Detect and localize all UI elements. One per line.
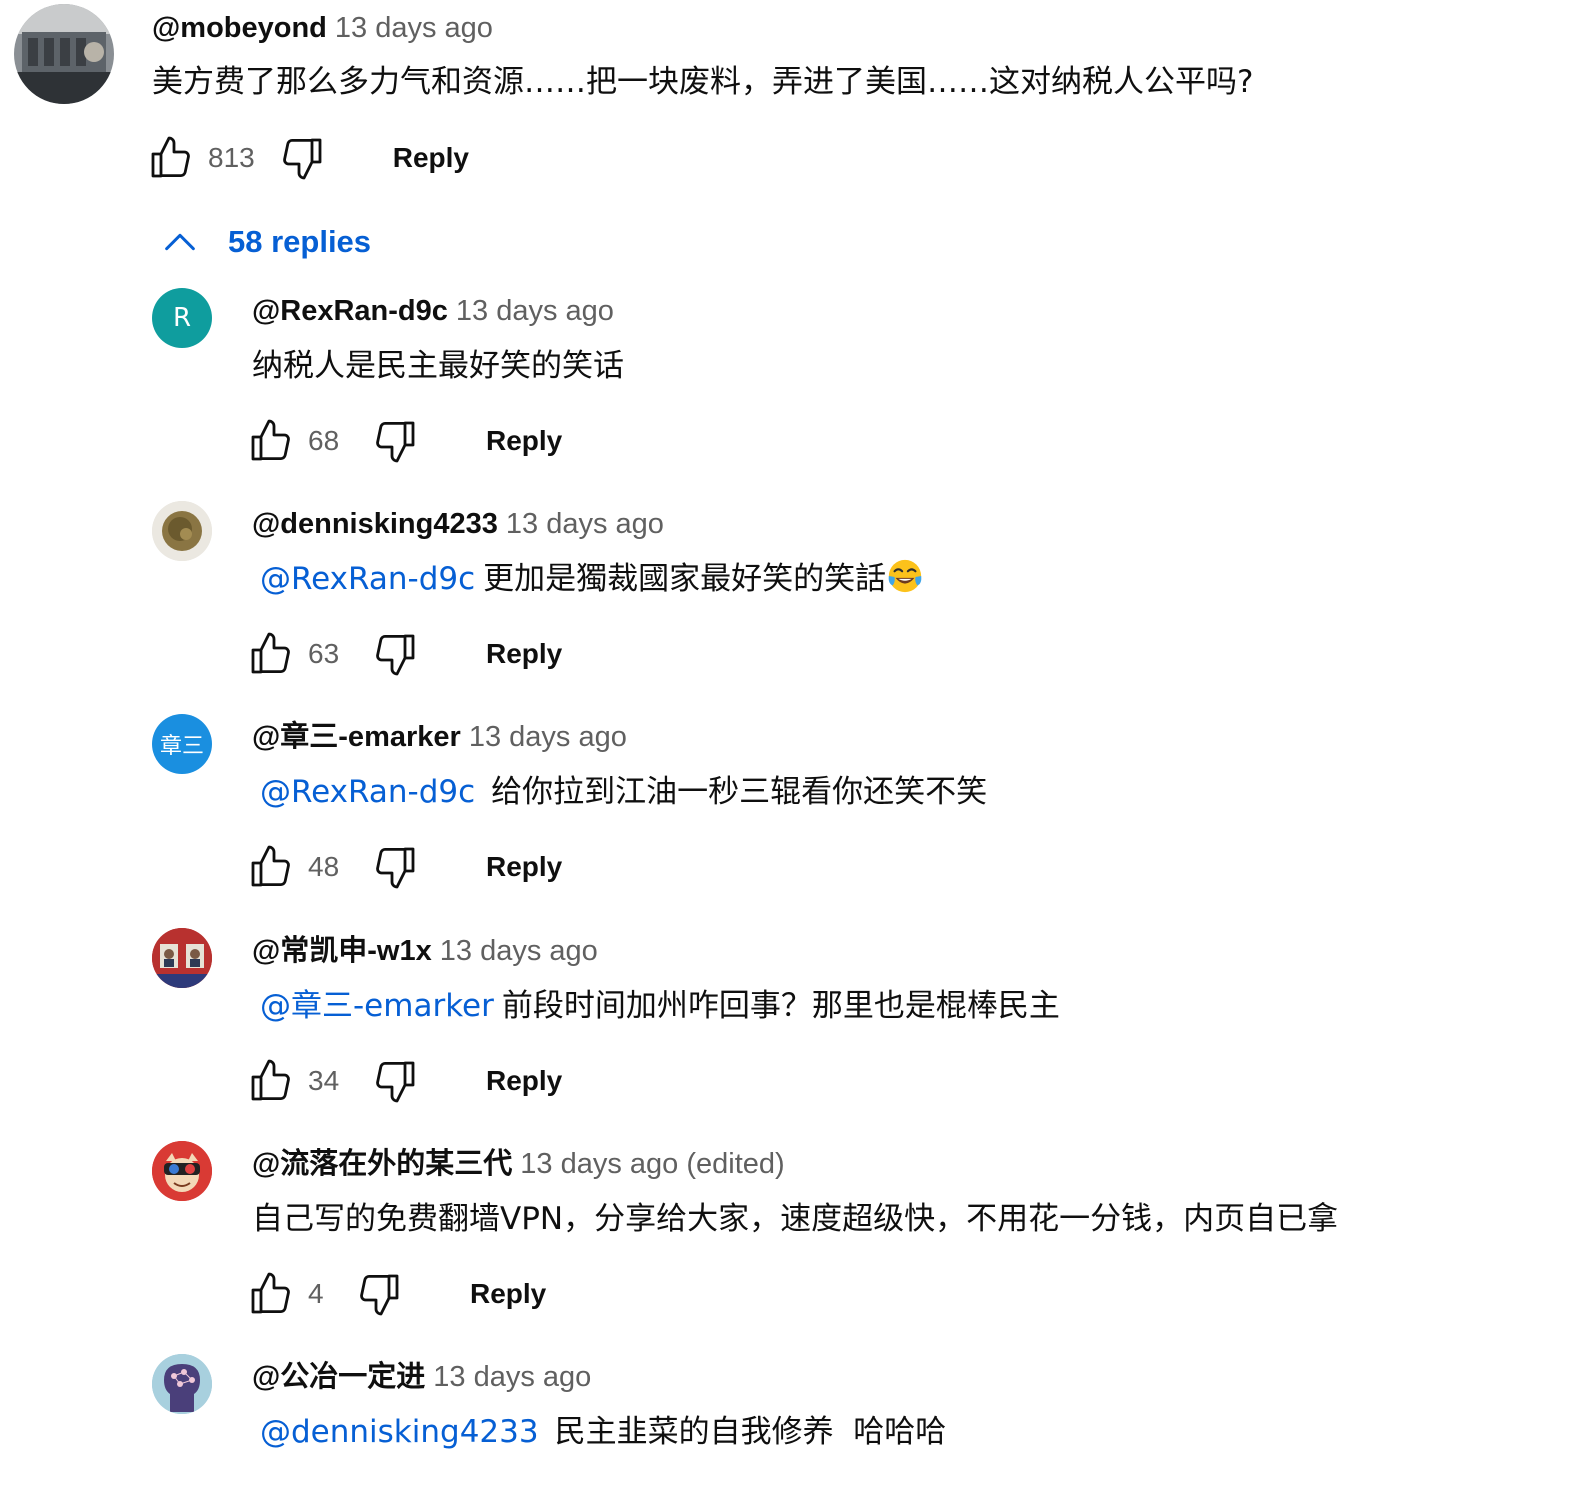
dislike-button[interactable] (277, 133, 327, 183)
mention-link[interactable]: @RexRan-d9c (260, 561, 475, 597)
avatar-letter: 章三 (159, 734, 204, 759)
avatar-image (152, 501, 212, 561)
author-name[interactable]: @mobeyond (152, 12, 327, 44)
comment-header: @RexRan-d9c 13 days ago (252, 291, 614, 331)
reply-button[interactable]: Reply (486, 843, 562, 891)
thumbs-up-icon (251, 1272, 290, 1314)
avatar-image (14, 4, 114, 104)
dislike-button[interactable] (370, 629, 420, 679)
edited-label: (edited) (686, 1148, 785, 1180)
timestamp[interactable]: 13 days ago (335, 12, 493, 44)
like-button[interactable] (146, 133, 196, 183)
comment-actions: 813 Reply (146, 130, 469, 186)
timestamp[interactable]: 13 days ago (506, 508, 664, 540)
comment-text: 美方费了那么多力气和资源……把一块废料，弄进了美国……这对纳税人公平吗? (152, 64, 1254, 100)
author-name[interactable]: @流落在外的某三代 (252, 1148, 512, 1180)
like-count: 4 (308, 1278, 324, 1309)
like-count: 813 (208, 142, 255, 173)
comment-body: 民主韭菜的自我修养 哈哈哈 (554, 1414, 947, 1450)
like-button[interactable] (246, 1056, 296, 1106)
comment-body: 前段时间加州咋回事？那里也是棍棒民主 (501, 988, 1060, 1024)
comment-actions: 4 Reply (246, 1266, 546, 1322)
mention-link[interactable]: @章三-emarker (260, 988, 494, 1024)
like-button[interactable] (246, 416, 296, 466)
reply-button[interactable]: Reply (486, 417, 562, 465)
comment-header: @mobeyond 13 days ago (152, 8, 493, 48)
like-count: 48 (308, 851, 340, 882)
comment-text: 纳税人是民主最好笑的笑话 (252, 348, 624, 384)
author-name[interactable]: @常凯申-w1x (252, 935, 432, 967)
author-name[interactable]: @RexRan-d9c (252, 295, 448, 327)
avatar[interactable]: 章三 (152, 714, 212, 774)
timestamp[interactable]: 13 days ago (520, 1148, 678, 1180)
thumbs-up-icon (251, 632, 290, 674)
avatar[interactable] (152, 501, 212, 561)
thumbs-up-icon (251, 845, 290, 887)
comment-actions: 34 Reply (246, 1053, 562, 1109)
dislike-button[interactable] (370, 842, 420, 892)
comment-actions: 68 Reply (246, 413, 562, 469)
thumbs-up-icon (251, 1059, 290, 1101)
author-name[interactable]: @公冶一定进 (252, 1361, 425, 1393)
thumbs-down-icon (282, 138, 322, 180)
avatar[interactable] (152, 1141, 212, 1201)
comment-header: @dennisking4233 13 days ago (252, 504, 664, 544)
comment-header: @常凯申-w1x 13 days ago (252, 931, 598, 971)
avatar-letter: R (172, 303, 192, 333)
dislike-button[interactable] (354, 1269, 404, 1319)
thumbs-down-icon (376, 634, 415, 676)
thumbs-down-icon (376, 421, 415, 463)
like-count: 63 (308, 638, 340, 669)
timestamp[interactable]: 13 days ago (469, 721, 627, 753)
replies-count-label: 58 replies (228, 224, 372, 259)
like-count: 34 (308, 1065, 340, 1096)
dislike-button[interactable] (370, 416, 420, 466)
mention-link[interactable]: @RexRan-d9c (260, 774, 475, 810)
replies-toggle[interactable]: 58 replies (160, 222, 371, 262)
reply-button[interactable]: Reply (486, 630, 562, 678)
thumbs-down-icon (360, 1274, 399, 1316)
comment-body: 更加是獨裁國家最好笑的笑話 (483, 561, 887, 597)
avatar[interactable]: R (152, 288, 212, 348)
timestamp[interactable]: 13 days ago (456, 295, 614, 327)
like-button[interactable] (246, 1269, 296, 1319)
author-name[interactable]: @dennisking4233 (252, 508, 498, 540)
comment-body: 给你拉到江油一秒三辊看你还笑不笑 (491, 774, 988, 810)
like-count: 68 (308, 425, 340, 456)
mention-link[interactable]: @dennisking4233 (260, 1414, 539, 1450)
comment-text: @章三-emarker 前段时间加州咋回事？那里也是棍棒民主 (260, 984, 1060, 1028)
thumbs-up-icon (251, 419, 290, 461)
dislike-button[interactable] (370, 1056, 420, 1106)
reply-button[interactable]: Reply (393, 134, 469, 182)
avatar-image (152, 928, 212, 988)
author-name[interactable]: @章三-emarker (252, 721, 461, 753)
comment-header: @流落在外的某三代 13 days ago (edited) (252, 1144, 785, 1184)
avatar[interactable] (14, 4, 114, 104)
avatar-image (152, 1354, 212, 1414)
comment-text: @dennisking4233 民主韭菜的自我修养 哈哈哈 (260, 1410, 946, 1454)
timestamp[interactable]: 13 days ago (440, 935, 598, 967)
thumbs-down-icon (376, 847, 415, 889)
comment-text: @RexRan-d9c 更加是獨裁國家最好笑的笑話 (260, 557, 924, 601)
reply-button[interactable]: Reply (486, 1057, 562, 1105)
comment-actions: 63 Reply (246, 626, 562, 682)
avatar[interactable] (152, 1354, 212, 1414)
chevron-up-icon (165, 233, 195, 251)
reply-button[interactable]: Reply (470, 1270, 546, 1318)
tears-of-joy-emoji-icon (888, 559, 922, 593)
like-button[interactable] (246, 842, 296, 892)
comment-text: @RexRan-d9c 给你拉到江油一秒三辊看你还笑不笑 (260, 770, 987, 814)
comment-header: @章三-emarker 13 days ago (252, 717, 627, 757)
comment-text: 自己写的免费翻墙VPN，分享给大家，速度超级快，不用花一分钱，内页自已拿 (252, 1201, 1339, 1237)
comment-actions: 48 Reply (246, 839, 562, 895)
like-button[interactable] (246, 629, 296, 679)
thumbs-down-icon (376, 1061, 415, 1103)
timestamp[interactable]: 13 days ago (433, 1361, 591, 1393)
avatar-image (152, 1141, 212, 1201)
thumbs-up-icon (151, 136, 190, 178)
comment-header: @公冶一定进 13 days ago (252, 1357, 591, 1397)
avatar[interactable] (152, 928, 212, 988)
